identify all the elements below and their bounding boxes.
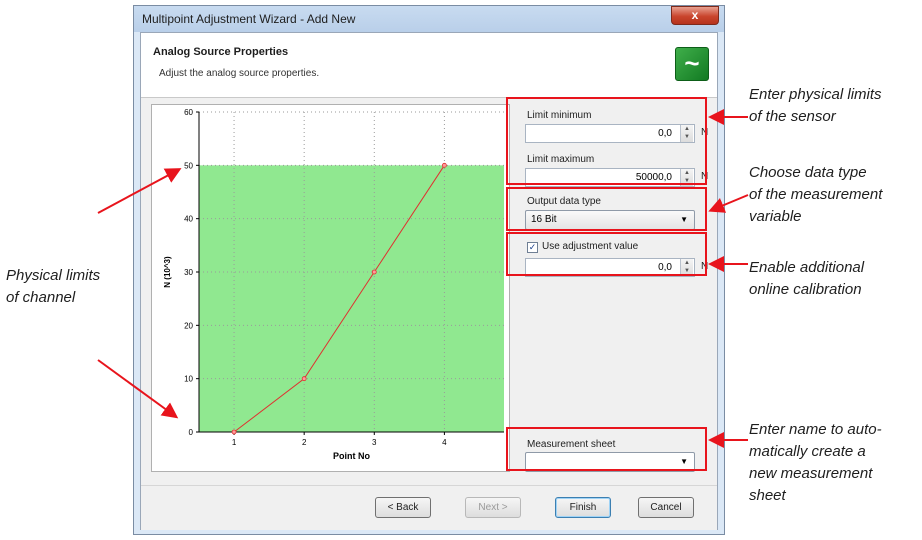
annotation-line: Enter name to auto- <box>749 421 882 438</box>
annotation-line: Physical limits <box>6 267 101 284</box>
annotation-line: sheet <box>749 487 786 504</box>
arrow-channel-bottom <box>97 359 179 419</box>
annotation-line: matically create a <box>749 443 866 460</box>
annotation-limits: Enter physical limits of the sensor <box>749 84 882 128</box>
annotation-line: of channel <box>6 289 76 306</box>
arrow-data-type <box>708 194 749 213</box>
annotation-line: variable <box>749 208 802 225</box>
annotation-channel: Physical limits of channel <box>6 265 100 309</box>
annotation-calibration: Enable additional online calibration <box>749 257 864 301</box>
annotation-data-type: Choose data type of the measurement vari… <box>749 162 882 228</box>
annotation-line: new measurement <box>749 465 873 482</box>
annotation-line: online calibration <box>749 281 862 298</box>
annotation-line: of the sensor <box>749 108 836 125</box>
annotation-sheet: Enter name to auto- matically create a n… <box>749 419 882 507</box>
annotation-line: Enable additional <box>749 259 865 276</box>
annotation-line: Enter physical limits <box>749 86 882 103</box>
arrow-channel-top <box>97 168 182 214</box>
annotation-line: Choose data type <box>749 164 867 181</box>
annotation-line: of the measurement <box>749 186 883 203</box>
